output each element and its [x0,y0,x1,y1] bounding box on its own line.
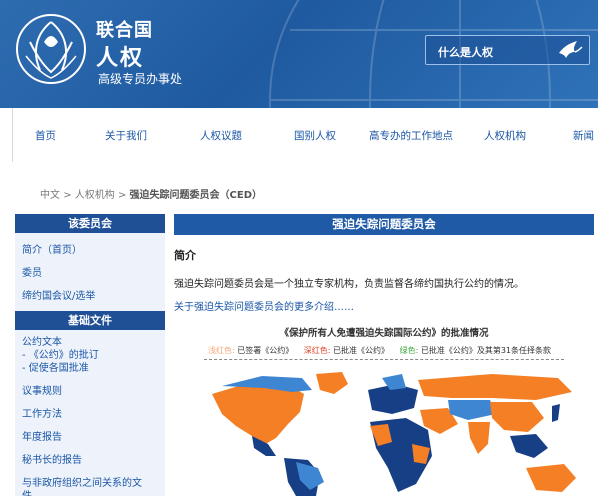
more-info-link[interactable]: 关于强迫失踪问题委员会的更多介绍…… [174,298,354,313]
nav-about[interactable]: 关于我们 [105,128,147,143]
page-title: 强迫失踪问题委员会 [174,214,594,235]
sidebar-item-annual-reports[interactable]: 年度报告 [15,432,165,443]
main-content: 强迫失踪问题委员会 简介 强迫失踪问题委员会是一个独立专家机构，负责监督各缔约国… [174,214,594,496]
sidebar-item-intro[interactable]: 简介（首页） [15,245,165,256]
main-nav: 首页 关于我们 人权议题 国别人权 高专办的工作地点 人权机构 新闻 [12,108,598,162]
legend-art31-text: 已批准《公约》及其第31条任择条款 [420,346,552,355]
sidebar-item-convention-text[interactable]: 公约文本 [15,337,165,348]
legend-ratified-text: 已批准《公约》 [333,346,390,355]
nav-news[interactable]: 新闻 [573,128,594,143]
breadcrumb-sep: > [117,190,127,201]
map-legend: 浅红色: 已签署《公约》 深红色: 已批准《公约》 绿色: 已批准《公约》及其第… [208,345,559,356]
org-line3: 高级专员办事处 [98,72,183,86]
sidebar-item-ratification[interactable]: - 《公约》的批订 [15,350,165,361]
breadcrumb-sep: > [63,190,72,201]
breadcrumb-hr-bodies[interactable]: 人权机构 [75,190,115,201]
map-divider [204,359,564,360]
legend-ratified-color: 深红色: [303,346,331,355]
breadcrumb-current: 强迫失踪问题委员会（CED） [129,190,263,201]
what-is-human-rights-label: 什么是人权 [438,46,493,59]
breadcrumb-root[interactable]: 中文 [40,190,60,201]
org-line2: 人权 [96,46,145,71]
what-is-human-rights-button[interactable]: 什么是人权 [425,35,590,65]
legend-signed-color: 浅红色: [208,346,235,355]
nav-home[interactable]: 首页 [35,128,56,143]
sidebar-item-rules[interactable]: 议事规则 [15,386,165,397]
nav-issues[interactable]: 人权议题 [200,128,242,143]
sidebar-section-committee: 该委员会 [15,214,165,233]
sidebar-item-promote-ratification[interactable]: - 促使各国批准 [15,363,165,374]
nav-where-we-work[interactable]: 高专办的工作地点 [369,128,453,143]
sidebar: 该委员会 简介（首页） 委员 缔约国会议/选举 基础文件 公约文本 - 《公约》… [15,214,165,496]
sidebar-item-ngo-relations-cont[interactable]: 件 [15,491,165,496]
sidebar-item-members[interactable]: 委员 [15,268,165,279]
sidebar-section-basic-docs: 基础文件 [15,311,165,330]
legend-signed-text: 已签署《公约》 [237,346,294,355]
nav-hr-bodies[interactable]: 人权机构 [484,128,526,143]
sidebar-item-states-parties[interactable]: 缔约国会议/选举 [15,291,165,302]
site-header: 联合国 人权 高级专员办事处 什么是人权 [0,0,598,108]
sidebar-item-methods[interactable]: 工作方法 [15,409,165,420]
map-title: 《保护所有人免遭强迫失踪国际公约》的批准情况 [279,328,489,339]
breadcrumb: 中文 > 人权机构 > 强迫失踪问题委员会（CED） [40,186,262,201]
sidebar-item-sg-report[interactable]: 秘书长的报告 [15,455,165,466]
org-line1: 联合国 [96,20,153,41]
un-emblem-icon[interactable] [14,12,88,86]
sidebar-item-ngo-relations[interactable]: 与非政府组织之间关系的文 [15,478,165,489]
intro-text: 强迫失踪问题委员会是一个独立专家机构，负责监督各缔约国执行公约的情况。 [174,279,524,290]
dove-icon [559,41,583,58]
world-ratification-map[interactable] [192,364,588,496]
nav-countries[interactable]: 国别人权 [294,128,336,143]
legend-art31-color: 绿色: [399,346,419,355]
intro-heading: 简介 [174,249,196,262]
